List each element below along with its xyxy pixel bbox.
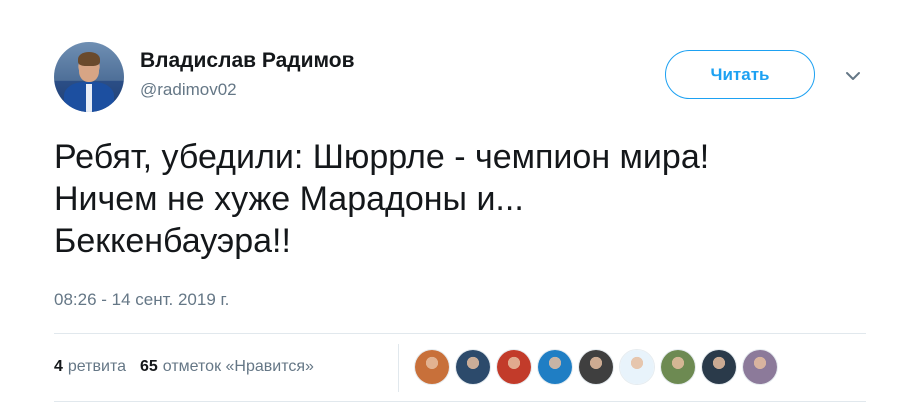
divider (54, 401, 866, 402)
liker-avatar-image (620, 350, 654, 384)
liker-avatar-9[interactable] (742, 349, 778, 385)
likes-count: 65 (139, 358, 158, 375)
liker-avatar-image (661, 350, 695, 384)
liker-avatar-image (538, 350, 572, 384)
avatar-shirt-stripe (86, 84, 92, 112)
liker-avatar-6[interactable] (619, 349, 655, 385)
liker-avatar-image (702, 350, 736, 384)
retweets-count: 4 (54, 358, 63, 375)
user-avatar[interactable] (54, 42, 124, 112)
avatar-hair (78, 52, 100, 66)
liker-avatar-3[interactable] (496, 349, 532, 385)
liker-avatar-1[interactable] (414, 349, 450, 385)
user-handle[interactable]: @radimov02 (140, 80, 237, 100)
chevron-down-icon[interactable] (843, 66, 863, 86)
retweets-label: ретвита (67, 358, 126, 375)
liker-avatar-image (415, 350, 449, 384)
tweet-text: Ребят, убедили: Шюррле - чемпион мира! Н… (54, 136, 894, 262)
user-display-name[interactable]: Владислав Радимов (140, 49, 355, 73)
liker-avatar-image (497, 350, 531, 384)
divider (54, 333, 866, 334)
likers-avatar-list (414, 349, 783, 385)
tweet-text-line: Ребят, убедили: Шюррле - чемпион мира! (54, 138, 710, 176)
tweet-card: Владислав Радимов @radimov02 Читать Ребя… (0, 0, 920, 411)
liker-avatar-image (579, 350, 613, 384)
likes-stat[interactable]: 65 отметок «Нравится» (140, 358, 314, 376)
liker-avatar-5[interactable] (578, 349, 614, 385)
liker-avatar-8[interactable] (701, 349, 737, 385)
tweet-stats: 4 ретвита 65 отметок «Нравится» (54, 358, 328, 376)
liker-avatar-4[interactable] (537, 349, 573, 385)
tweet-text-line: Беккенбауэра!! (54, 222, 291, 260)
follow-button[interactable]: Читать (665, 50, 815, 99)
tweet-text-line: Ничем не хуже Марадоны и... (54, 180, 524, 218)
liker-avatar-image (456, 350, 490, 384)
retweets-stat[interactable]: 4 ретвита (54, 358, 126, 376)
liker-avatar-7[interactable] (660, 349, 696, 385)
tweet-timestamp[interactable]: 08:26 - 14 сент. 2019 г. (54, 290, 229, 310)
liker-avatar-2[interactable] (455, 349, 491, 385)
liker-avatar-image (743, 350, 777, 384)
likes-label: отметок «Нравится» (162, 358, 314, 375)
stats-separator (398, 344, 399, 392)
